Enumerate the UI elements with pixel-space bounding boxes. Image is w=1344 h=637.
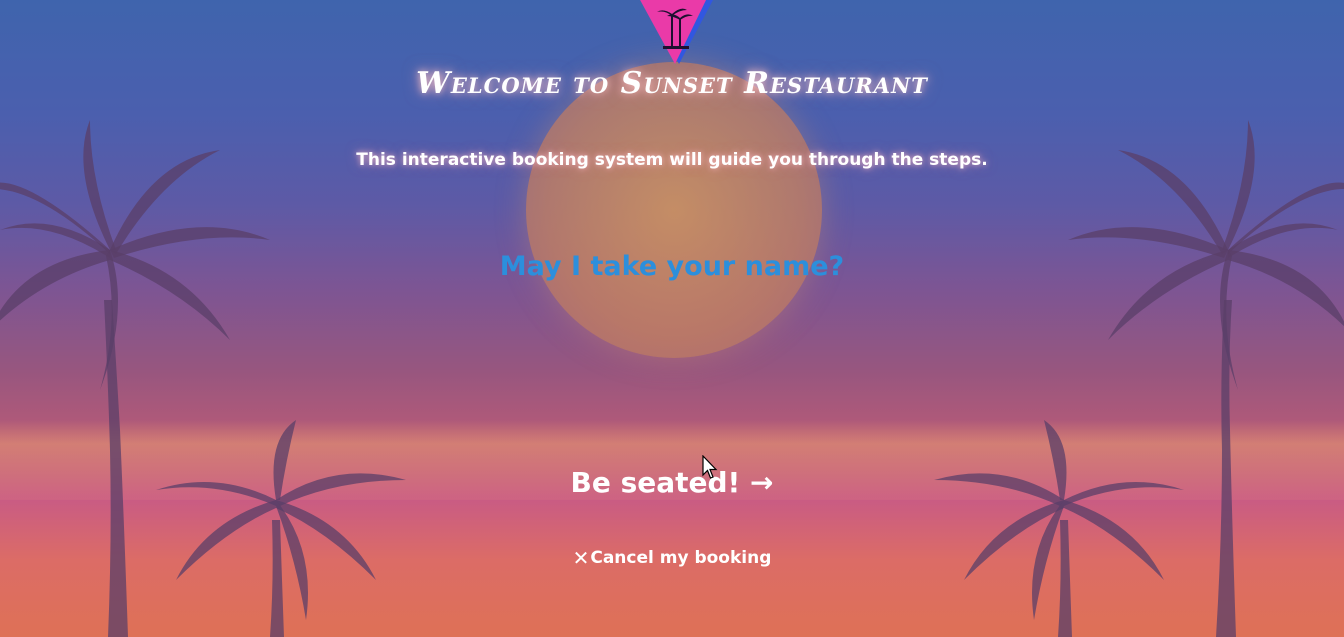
close-icon: ✕ [572, 546, 590, 570]
page-title: Welcome to Sunset Restaurant [416, 66, 928, 101]
palm-triangle-logo-icon [640, 0, 713, 64]
be-seated-button[interactable]: Be seated! → [540, 458, 804, 506]
name-input[interactable] [472, 244, 872, 288]
cancel-booking-button[interactable]: ✕ Cancel my booking [560, 544, 784, 572]
sun-background [526, 62, 822, 358]
page-subtitle: This interactive booking system will gui… [356, 150, 988, 170]
cancel-booking-label: Cancel my booking [590, 548, 772, 568]
